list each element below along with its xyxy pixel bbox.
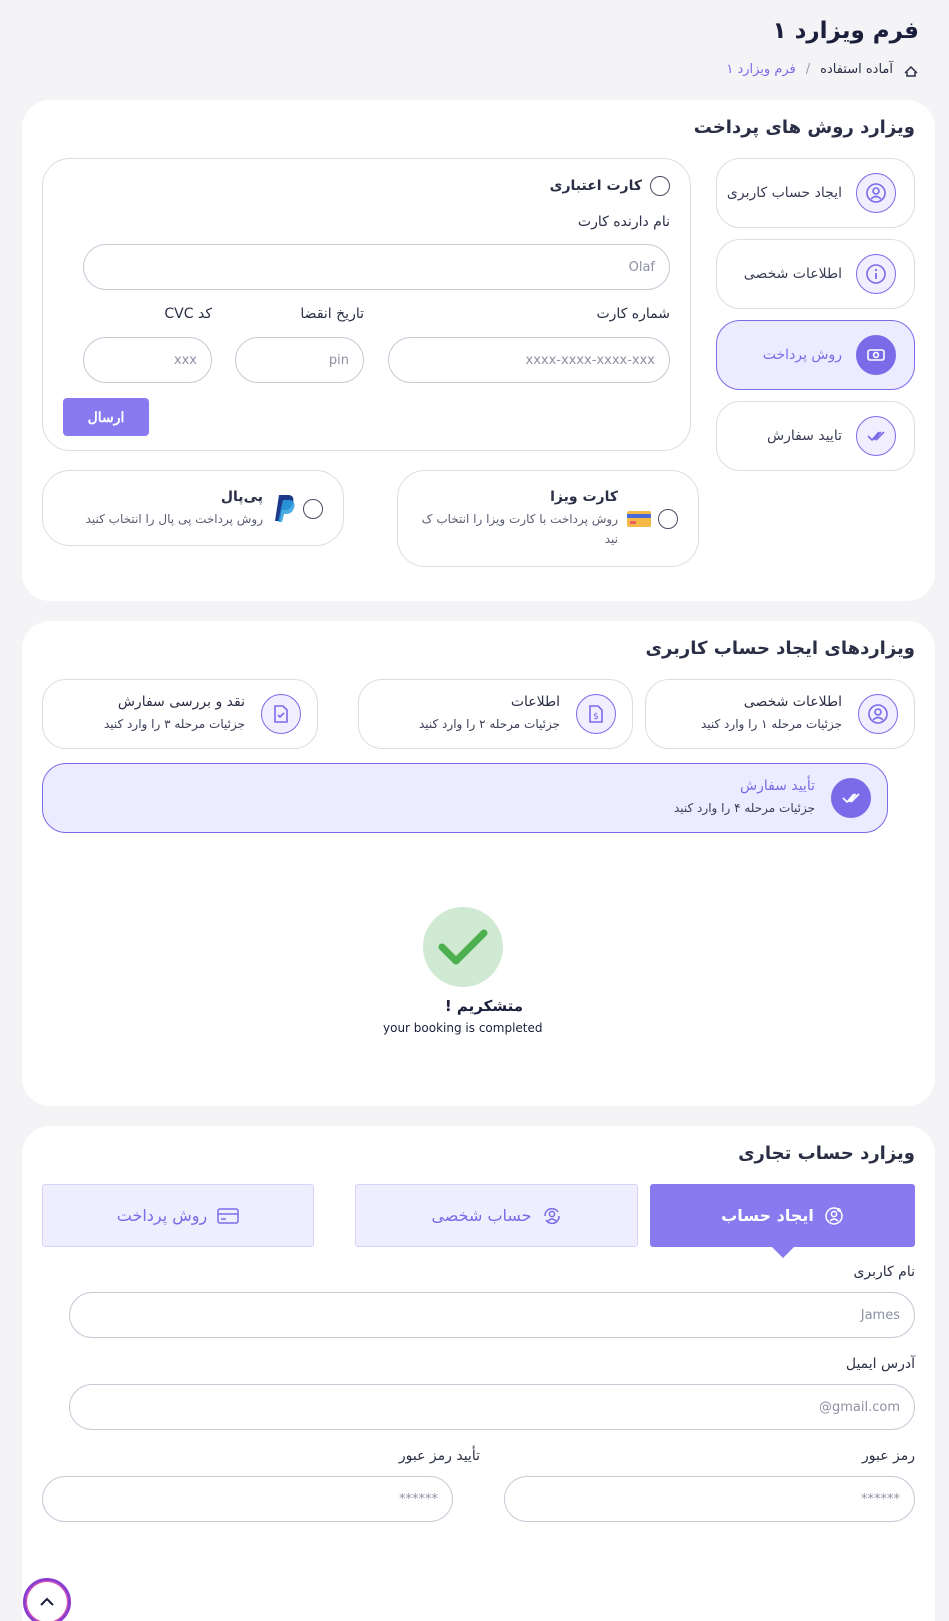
step-payment-method[interactable]: روش پرداخت	[716, 320, 915, 390]
account-step-desc: جزئیات مرحله ۳ را وارد کنید	[103, 717, 245, 731]
email-input[interactable]: @gmail.com	[69, 1384, 915, 1430]
paypal-option[interactable]: پی‌پال روش پرداخت پی پال را انتخاب کنید	[42, 470, 344, 546]
credit-card-panel: کارت اعتباری نام دارنده کارت Olaf شماره …	[42, 158, 691, 451]
card-holder-input[interactable]: Olaf	[83, 244, 670, 290]
tab-payment-method[interactable]: روش پرداخت	[42, 1184, 314, 1247]
expiry-input[interactable]: pin	[235, 337, 364, 383]
credit-card-icon	[217, 1207, 240, 1225]
step-label: تایید سفارش	[766, 428, 842, 444]
confirm-password-label: تأیید رمز عبور	[398, 1448, 480, 1464]
account-step-desc: جزئیات مرحله ۲ را وارد کنید	[418, 717, 560, 731]
paypal-desc: روش پرداخت پی پال را انتخاب کنید	[85, 512, 263, 526]
account-step-desc: جزئیات مرحله ۱ را وارد کنید	[700, 717, 842, 731]
tab-personal-account[interactable]: حساب شخصی	[355, 1184, 638, 1247]
account-step-review[interactable]: نقد و بررسی سفارش جزئیات مرحله ۳ را وارد…	[42, 679, 318, 749]
visa-title: کارت ویزا	[550, 489, 618, 505]
user-circle-icon	[858, 694, 898, 734]
success-title: متشکریم !	[444, 997, 523, 1015]
visa-radio[interactable]	[658, 509, 678, 529]
user-add-icon	[824, 1206, 844, 1226]
success-desc: your booking is completed	[383, 1021, 543, 1035]
dollar-file-icon: $	[576, 694, 616, 734]
double-check-icon	[856, 416, 896, 456]
account-step-confirm[interactable]: تأیید سفارش جزئیات مرحله ۴ را وارد کنید	[42, 763, 888, 833]
success-check-icon	[423, 907, 503, 987]
step-create-account[interactable]: ایجاد حساب کاربری	[716, 158, 915, 228]
home-icon[interactable]	[903, 63, 919, 77]
scroll-to-top-button[interactable]	[23, 1578, 71, 1621]
chevron-up-icon	[39, 1597, 55, 1607]
card-number-input[interactable]: xxxx-xxxx-xxxx-xxx	[388, 337, 670, 383]
step-label: اطلاعات شخصی	[743, 266, 842, 282]
visa-desc-line2: نید	[604, 532, 618, 546]
breadcrumb-home[interactable]: آماده استفاده	[820, 62, 893, 77]
account-step-title: اطلاعات شخصی	[743, 694, 842, 710]
active-tab-caret	[770, 1246, 795, 1258]
info-icon	[856, 254, 896, 294]
tab-label: روش پرداخت	[116, 1206, 208, 1225]
account-wizard-title: ویزاردهای ایجاد حساب کاربری	[645, 638, 915, 659]
payment-wizard-card: ویزارد روش های پرداخت ایجاد حساب کاربری …	[22, 100, 935, 601]
payment-wizard-title: ویزارد روش های پرداخت	[693, 117, 915, 138]
password-label: رمز عبور	[861, 1448, 915, 1464]
account-step-personal[interactable]: اطلاعات شخصی جزئیات مرحله ۱ را وارد کنید	[645, 679, 915, 749]
business-wizard-title: ویزارد حساب تجاری	[738, 1143, 915, 1164]
step-confirm-order[interactable]: تایید سفارش	[716, 401, 915, 471]
paypal-title: پی‌پال	[220, 489, 263, 505]
visa-option[interactable]: کارت ویزا روش پرداخت با کارت ویزا را انت…	[397, 470, 699, 567]
step-label: روش پرداخت	[762, 347, 842, 363]
page-title: فرم ویزارد ۱	[772, 18, 919, 44]
step-personal-info[interactable]: اطلاعات شخصی	[716, 239, 915, 309]
tab-label: ایجاد حساب	[721, 1206, 814, 1225]
username-label: نام کاربری	[853, 1264, 915, 1280]
breadcrumb-separator: /	[805, 62, 811, 77]
account-step-title: تأیید سفارش	[739, 778, 815, 794]
tab-label: حساب شخصی	[431, 1206, 532, 1225]
user-circle-icon	[856, 173, 896, 213]
breadcrumb: آماده استفاده / فرم ویزارد ۱	[726, 62, 919, 77]
account-step-title: نقد و بررسی سفارش	[117, 694, 245, 710]
business-wizard-card: ویزارد حساب تجاری ایجاد حساب حساب شخصی ر…	[22, 1126, 935, 1621]
paypal-icon	[273, 493, 297, 527]
username-input[interactable]: James	[69, 1292, 915, 1338]
paypal-radio[interactable]	[303, 499, 323, 519]
account-step-desc: جزئیات مرحله ۴ را وارد کنید	[673, 801, 815, 815]
breadcrumb-current[interactable]: فرم ویزارد ۱	[726, 62, 795, 77]
money-icon	[856, 335, 896, 375]
check-file-icon	[261, 694, 301, 734]
password-input[interactable]: ******	[504, 1476, 915, 1522]
account-step-info[interactable]: $ اطلاعات جزئیات مرحله ۲ را وارد کنید	[358, 679, 633, 749]
user-sync-icon	[542, 1206, 562, 1226]
tab-create-account[interactable]: ایجاد حساب	[650, 1184, 915, 1258]
account-wizard-card: ویزاردهای ایجاد حساب کاربری اطلاعات شخصی…	[22, 621, 935, 1106]
confirm-password-input[interactable]: ******	[42, 1476, 453, 1522]
step-label: ایجاد حساب کاربری	[726, 185, 842, 201]
cvc-input[interactable]: xxx	[83, 337, 212, 383]
credit-card-icon	[626, 509, 652, 533]
card-holder-label: نام دارنده کارت	[577, 214, 670, 230]
svg-text:$: $	[593, 712, 599, 722]
email-label: آدرس ایمیل	[845, 1356, 915, 1372]
credit-card-label: کارت اعتباری	[549, 178, 642, 194]
submit-button[interactable]: ارسال	[63, 398, 149, 436]
visa-desc-line1: روش پرداخت با کارت ویزا را انتخاب ک	[421, 512, 618, 526]
credit-card-radio[interactable]	[650, 176, 670, 196]
card-number-label: شماره کارت	[596, 306, 670, 322]
cvc-label: کد CVC	[164, 306, 212, 322]
double-check-icon	[831, 778, 871, 818]
account-step-title: اطلاعات	[510, 694, 560, 710]
expiry-label: تاریخ انقضا	[300, 306, 364, 322]
